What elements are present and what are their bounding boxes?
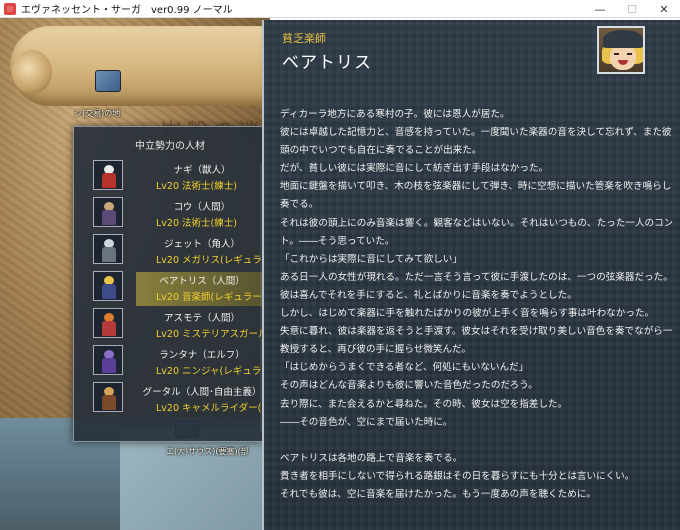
biography-line: ベアトリスは各地の路上で音楽を奏でる。 xyxy=(280,452,463,464)
portrait-body xyxy=(102,358,116,373)
biography-line: ある日一人の女性が現れる。ただ一言そう言って彼に手渡したのは、一つの弦楽器だった… xyxy=(280,271,672,283)
window-titlebar: エヴァネッセント・サーガ ver0.99 ノーマル — ☐ ✕ xyxy=(0,0,680,18)
biography-line: しかし、はじめて楽器に手を触れたばかりの彼が上手く音を鳴らす事は叶わなかった。 xyxy=(280,308,655,320)
character-detail-panel: 貧乏楽師 ベアトリス ディカーラ地方にある寒村の子。彼には恩人が居た。彼には卓越… xyxy=(262,20,680,530)
unit-portrait xyxy=(93,308,123,338)
map-town-marker[interactable] xyxy=(95,70,121,92)
biography-line xyxy=(280,432,672,450)
unit-class: Lv20 メガリス(レギュラー) xyxy=(156,255,266,266)
unit-class: Lv20 法術士(練士) xyxy=(156,218,237,229)
map-location-label: ジ(交易)の地 xyxy=(74,109,121,118)
recruit-list-item[interactable]: ベアトリス（人間） Lv20 音楽師(レギュラー) xyxy=(92,270,266,306)
unit-portrait xyxy=(93,160,123,190)
unit-portrait xyxy=(93,234,123,264)
parchment-scroll xyxy=(10,26,268,106)
portrait-body xyxy=(102,173,116,188)
app-icon xyxy=(4,2,16,15)
character-name: ベアトリス xyxy=(282,53,372,73)
portrait-eye xyxy=(614,53,619,55)
character-biography: ディカーラ地方にある寒村の子。彼には恩人が居た。彼には卓越した記憶力と、音感を持… xyxy=(280,106,672,504)
biography-line: だが、貧しい彼には実際に音にして紡ぎ出す手段はなかった。 xyxy=(280,163,549,175)
character-portrait xyxy=(597,26,645,74)
minimize-button[interactable]: — xyxy=(584,0,616,18)
biography-line: 去り際に、また会えるかと尋ねた。その時、彼女は空を指差した。 xyxy=(280,398,568,410)
portrait-body xyxy=(102,395,116,410)
biography-line: 彼は喜んでそれを手にすると、礼とばかりに音楽を奏でようとした。 xyxy=(280,289,577,301)
game-area: 岩盤の迷 ジ(交易)の地 エ(大)サウス)(要塞)(部 中立勢力の人材 ナギ（獣… xyxy=(0,18,680,530)
biography-line: その声はどんな音楽よりも彼に響いた音色だったのだろう。 xyxy=(280,380,538,392)
recruit-list-item[interactable]: グータル（人間･自由主義） Lv20 キャメルライダー(レギュラ xyxy=(92,381,266,417)
portrait-hat xyxy=(603,30,643,48)
unit-class: Lv20 キャメルライダー(レギュラ xyxy=(156,403,266,414)
biography-line: 頭の中でいつでも自在に奏でることが出来た。 xyxy=(280,145,482,157)
character-title: 貧乏楽師 xyxy=(282,32,326,45)
window-title: エヴァネッセント・サーガ ver0.99 ノーマル xyxy=(21,5,233,16)
unit-name: アスモテ（人間） xyxy=(163,313,240,324)
close-button[interactable]: ✕ xyxy=(648,0,680,18)
biography-line: それでも彼は、空に音楽を届けたかった。もう一度あの声を聴くために。 xyxy=(280,488,597,500)
unit-name: ジェット（角人） xyxy=(163,239,240,250)
unit-name: ナギ（獣人） xyxy=(173,165,231,176)
map-location-label: エ(大)サウス)(要塞)(部 xyxy=(166,447,249,456)
biography-line: 教授すると、再び彼の手に握らせ微笑んだ。 xyxy=(280,344,472,356)
biography-line: 彼には卓越した記憶力と、音感を持っていた。一度聞いた楽器の音を決して忘れず、また… xyxy=(280,127,672,139)
unit-class: Lv20 ミステリアスガール(密偵 xyxy=(156,329,266,340)
biography-line: 失意に暮れ、彼は楽器を返そうと手渡す。彼女はそれを受け取り美しい音色を奏でながら… xyxy=(280,326,672,338)
biography-line: ディカーラ地方にある寒村の子。彼には恩人が居た。 xyxy=(280,109,510,120)
unit-name: グータル（人間･自由主義） xyxy=(142,387,262,398)
unit-name: ランタナ（エルフ） xyxy=(159,350,245,361)
recruit-list-item[interactable]: コウ（人間） Lv20 法術士(練士) xyxy=(92,196,266,232)
biography-line: 「これからは実際に音にしてみて欲しい」 xyxy=(280,253,462,265)
recruit-list-panel: 中立勢力の人材 ナギ（獣人） Lv20 法術士(練士) コウ（人間） Lv20 法術士… xyxy=(73,126,266,442)
portrait-body xyxy=(102,210,116,225)
recruit-list-header: 中立勢力の人材 xyxy=(135,141,205,152)
unit-portrait xyxy=(93,271,123,301)
biography-line: ――その音色が、空にまで届いた時に。 xyxy=(280,416,453,428)
unit-portrait xyxy=(93,197,123,227)
maximize-button[interactable]: ☐ xyxy=(616,0,648,18)
portrait-body xyxy=(102,284,116,299)
recruit-list-item[interactable]: アスモテ（人間） Lv20 ミステリアスガール(密偵 xyxy=(92,307,266,343)
map-terrain-lower-right xyxy=(120,428,270,530)
portrait-body xyxy=(102,247,116,262)
biography-line: 地面に鍵盤を描いて叩き、木の枝を弦楽器にして弾き、時に空想に描いた管楽を吹き鳴ら… xyxy=(280,181,672,193)
unit-portrait xyxy=(93,345,123,375)
unit-class: Lv20 法術士(練士) xyxy=(156,181,237,192)
unit-name: ベアトリス（人間） xyxy=(159,276,245,287)
recruit-list-item[interactable]: ジェット（角人） Lv20 メガリス(レギュラー) xyxy=(92,233,266,269)
biography-line: それは彼の頭上にのみ音楽は響く。観客などはいない。それはいつもの、たった一人のコ… xyxy=(280,217,672,229)
unit-name: コウ（人間） xyxy=(173,202,231,213)
biography-line: 「はじめからうまくできる者など、何処にもいないんだ」 xyxy=(280,362,529,374)
unit-class: Lv20 音楽師(レギュラー) xyxy=(156,292,266,303)
recruit-list-item[interactable]: ランタナ（エルフ） Lv20 ニンジャ(レギュラー) xyxy=(92,344,266,380)
window-controls: — ☐ ✕ xyxy=(584,0,680,18)
recruit-list-item[interactable]: ナギ（獣人） Lv20 法術士(練士) xyxy=(92,159,266,195)
unit-class: Lv20 ニンジャ(レギュラー) xyxy=(156,366,266,377)
scroll-roll xyxy=(12,50,52,94)
biography-line: 貴き者を相手にしないで得られる路銀はその日を暮らすにも十分とは言いにくい。 xyxy=(280,470,635,482)
portrait-eye xyxy=(627,53,632,55)
portrait-body xyxy=(102,321,116,336)
biography-line: 奏でる。 xyxy=(280,199,319,211)
unit-portrait xyxy=(93,382,123,412)
biography-line: ト。――そう思っていた。 xyxy=(280,235,395,247)
